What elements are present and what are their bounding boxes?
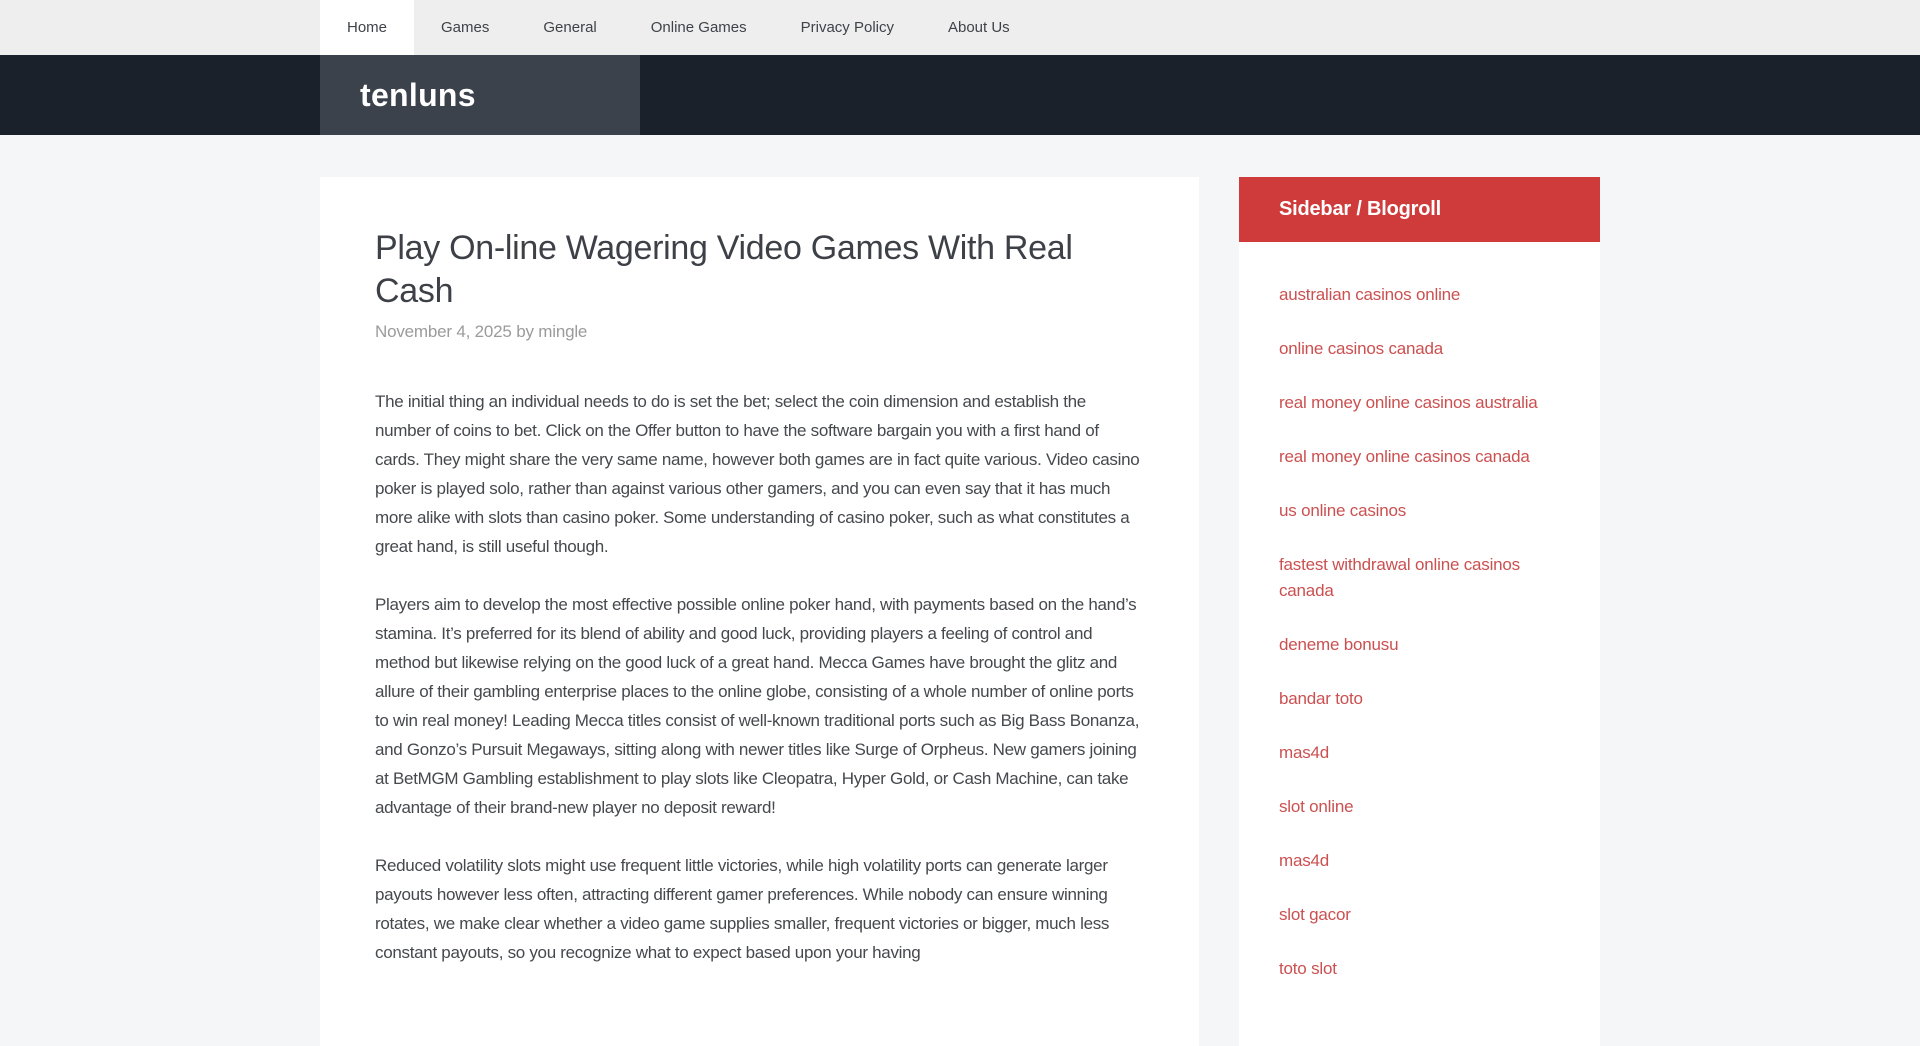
blogroll-link[interactable]: mas4d xyxy=(1279,848,1329,874)
blogroll-link[interactable]: online casinos canada xyxy=(1279,336,1443,362)
blogroll-item: slot online xyxy=(1279,794,1560,820)
nav-item-link[interactable]: Privacy Policy xyxy=(774,0,921,55)
blogroll-link[interactable]: slot gacor xyxy=(1279,902,1351,928)
blogroll-item: deneme bonusu xyxy=(1279,632,1560,658)
blogroll-item: real money online casinos canada xyxy=(1279,444,1560,470)
main-layout: Play On-line Wagering Video Games With R… xyxy=(320,177,1600,1046)
nav-item-link[interactable]: About Us xyxy=(921,0,1037,55)
nav-item[interactable]: General xyxy=(516,0,623,55)
site-title[interactable]: tenluns xyxy=(360,77,476,114)
article-paragraph: Reduced volatility slots might use frequ… xyxy=(375,851,1144,967)
blogroll-list: australian casinos online online casinos… xyxy=(1239,242,1600,1030)
blogroll-item: mas4d xyxy=(1279,740,1560,766)
blogroll-item: fastest withdrawal online casinos canada xyxy=(1279,552,1560,604)
article: Play On-line Wagering Video Games With R… xyxy=(375,227,1144,967)
blogroll-link[interactable]: australian casinos online xyxy=(1279,282,1460,308)
article-meta: November 4, 2025 by mingle xyxy=(375,322,1144,342)
nav-item[interactable]: Online Games xyxy=(624,0,774,55)
blogroll-item: toto slot xyxy=(1279,956,1560,982)
nav-item-link[interactable]: Games xyxy=(414,0,516,55)
primary-nav: Home Games General Online Games Privacy … xyxy=(0,0,1920,55)
site-branding: tenluns xyxy=(320,55,640,135)
byline-connector: by xyxy=(516,322,534,341)
main-content: Play On-line Wagering Video Games With R… xyxy=(320,177,1199,1046)
blogroll-link[interactable]: deneme bonusu xyxy=(1279,632,1398,658)
blogroll-link[interactable]: real money online casinos australia xyxy=(1279,390,1538,416)
nav-item-link[interactable]: Home xyxy=(320,0,414,55)
blogroll-item: bandar toto xyxy=(1279,686,1560,712)
blogroll-link[interactable]: toto slot xyxy=(1279,956,1337,982)
blogroll-link[interactable]: mas4d xyxy=(1279,740,1329,766)
article-body: The initial thing an individual needs to… xyxy=(375,387,1144,967)
article-paragraph: Players aim to develop the most effectiv… xyxy=(375,590,1144,822)
blogroll-item: slot gacor xyxy=(1279,902,1560,928)
nav-item[interactable]: Privacy Policy xyxy=(774,0,921,55)
nav-item[interactable]: Home xyxy=(320,0,414,55)
blogroll-item: mas4d xyxy=(1279,848,1560,874)
blogroll-link[interactable]: us online casinos xyxy=(1279,498,1406,524)
nav-item-link[interactable]: General xyxy=(516,0,623,55)
nav-item[interactable]: About Us xyxy=(921,0,1037,55)
author-link[interactable]: mingle xyxy=(538,322,587,341)
blogroll-item: us online casinos xyxy=(1279,498,1560,524)
blogroll-item: australian casinos online xyxy=(1279,282,1560,308)
blogroll-item: online casinos canada xyxy=(1279,336,1560,362)
primary-nav-list: Home Games General Online Games Privacy … xyxy=(320,0,1600,55)
blogroll-link[interactable]: bandar toto xyxy=(1279,686,1363,712)
site-header: tenluns xyxy=(0,55,1920,135)
blogroll-link[interactable]: fastest withdrawal online casinos canada xyxy=(1279,552,1560,604)
article-date: November 4, 2025 xyxy=(375,322,512,341)
nav-item[interactable]: Games xyxy=(414,0,516,55)
blogroll-link[interactable]: slot online xyxy=(1279,794,1353,820)
sidebar: Sidebar / Blogroll australian casinos on… xyxy=(1239,177,1600,1046)
blogroll-link[interactable]: real money online casinos canada xyxy=(1279,444,1530,470)
blogroll-item: real money online casinos australia xyxy=(1279,390,1560,416)
article-title: Play On-line Wagering Video Games With R… xyxy=(375,227,1144,312)
nav-item-link[interactable]: Online Games xyxy=(624,0,774,55)
sidebar-heading: Sidebar / Blogroll xyxy=(1239,177,1600,242)
article-paragraph: The initial thing an individual needs to… xyxy=(375,387,1144,561)
